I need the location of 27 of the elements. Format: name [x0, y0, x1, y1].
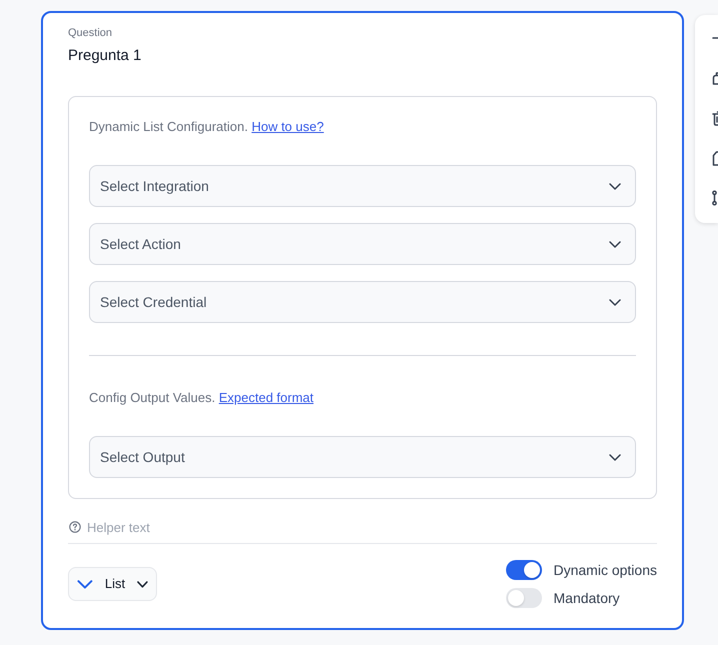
branch-icon[interactable]: [712, 190, 718, 206]
toggle-label: Dynamic options: [554, 561, 657, 580]
helper-text-field[interactable]: Helper text: [87, 517, 657, 537]
help-link[interactable]: How to use?: [252, 119, 324, 134]
caret-down-icon: [137, 580, 148, 588]
trash-icon[interactable]: [712, 110, 718, 126]
chevron-down-icon: [609, 298, 621, 306]
section-description: Dynamic List Configuration. How to use?: [89, 118, 325, 136]
toggle-label: Mandatory: [554, 589, 620, 608]
toggle-switch[interactable]: [506, 588, 542, 608]
chevron-down-icon: [609, 240, 621, 248]
help-link[interactable]: Expected format: [218, 390, 314, 405]
document-icon[interactable]: [712, 150, 718, 166]
chevron-down-icon: [609, 182, 621, 190]
question-label: Question: [68, 26, 114, 41]
chevron-down-icon: [77, 580, 93, 588]
chevron-down-icon: [609, 454, 621, 460]
question-title: Pregunta 1: [68, 46, 142, 66]
help-icon: [69, 521, 81, 533]
toggle-switch[interactable]: [506, 560, 542, 580]
select-dropdown[interactable]: Select Output: [89, 436, 636, 478]
copy-icon[interactable]: [712, 70, 718, 86]
list-type-dropdown[interactable]: List: [68, 567, 157, 601]
section-description: Config Output Values. Expected format: [89, 389, 314, 407]
select-dropdown[interactable]: Select Credential: [89, 281, 636, 323]
select-dropdown[interactable]: Select Action: [89, 223, 636, 265]
select-dropdown[interactable]: Select Integration: [89, 165, 636, 207]
